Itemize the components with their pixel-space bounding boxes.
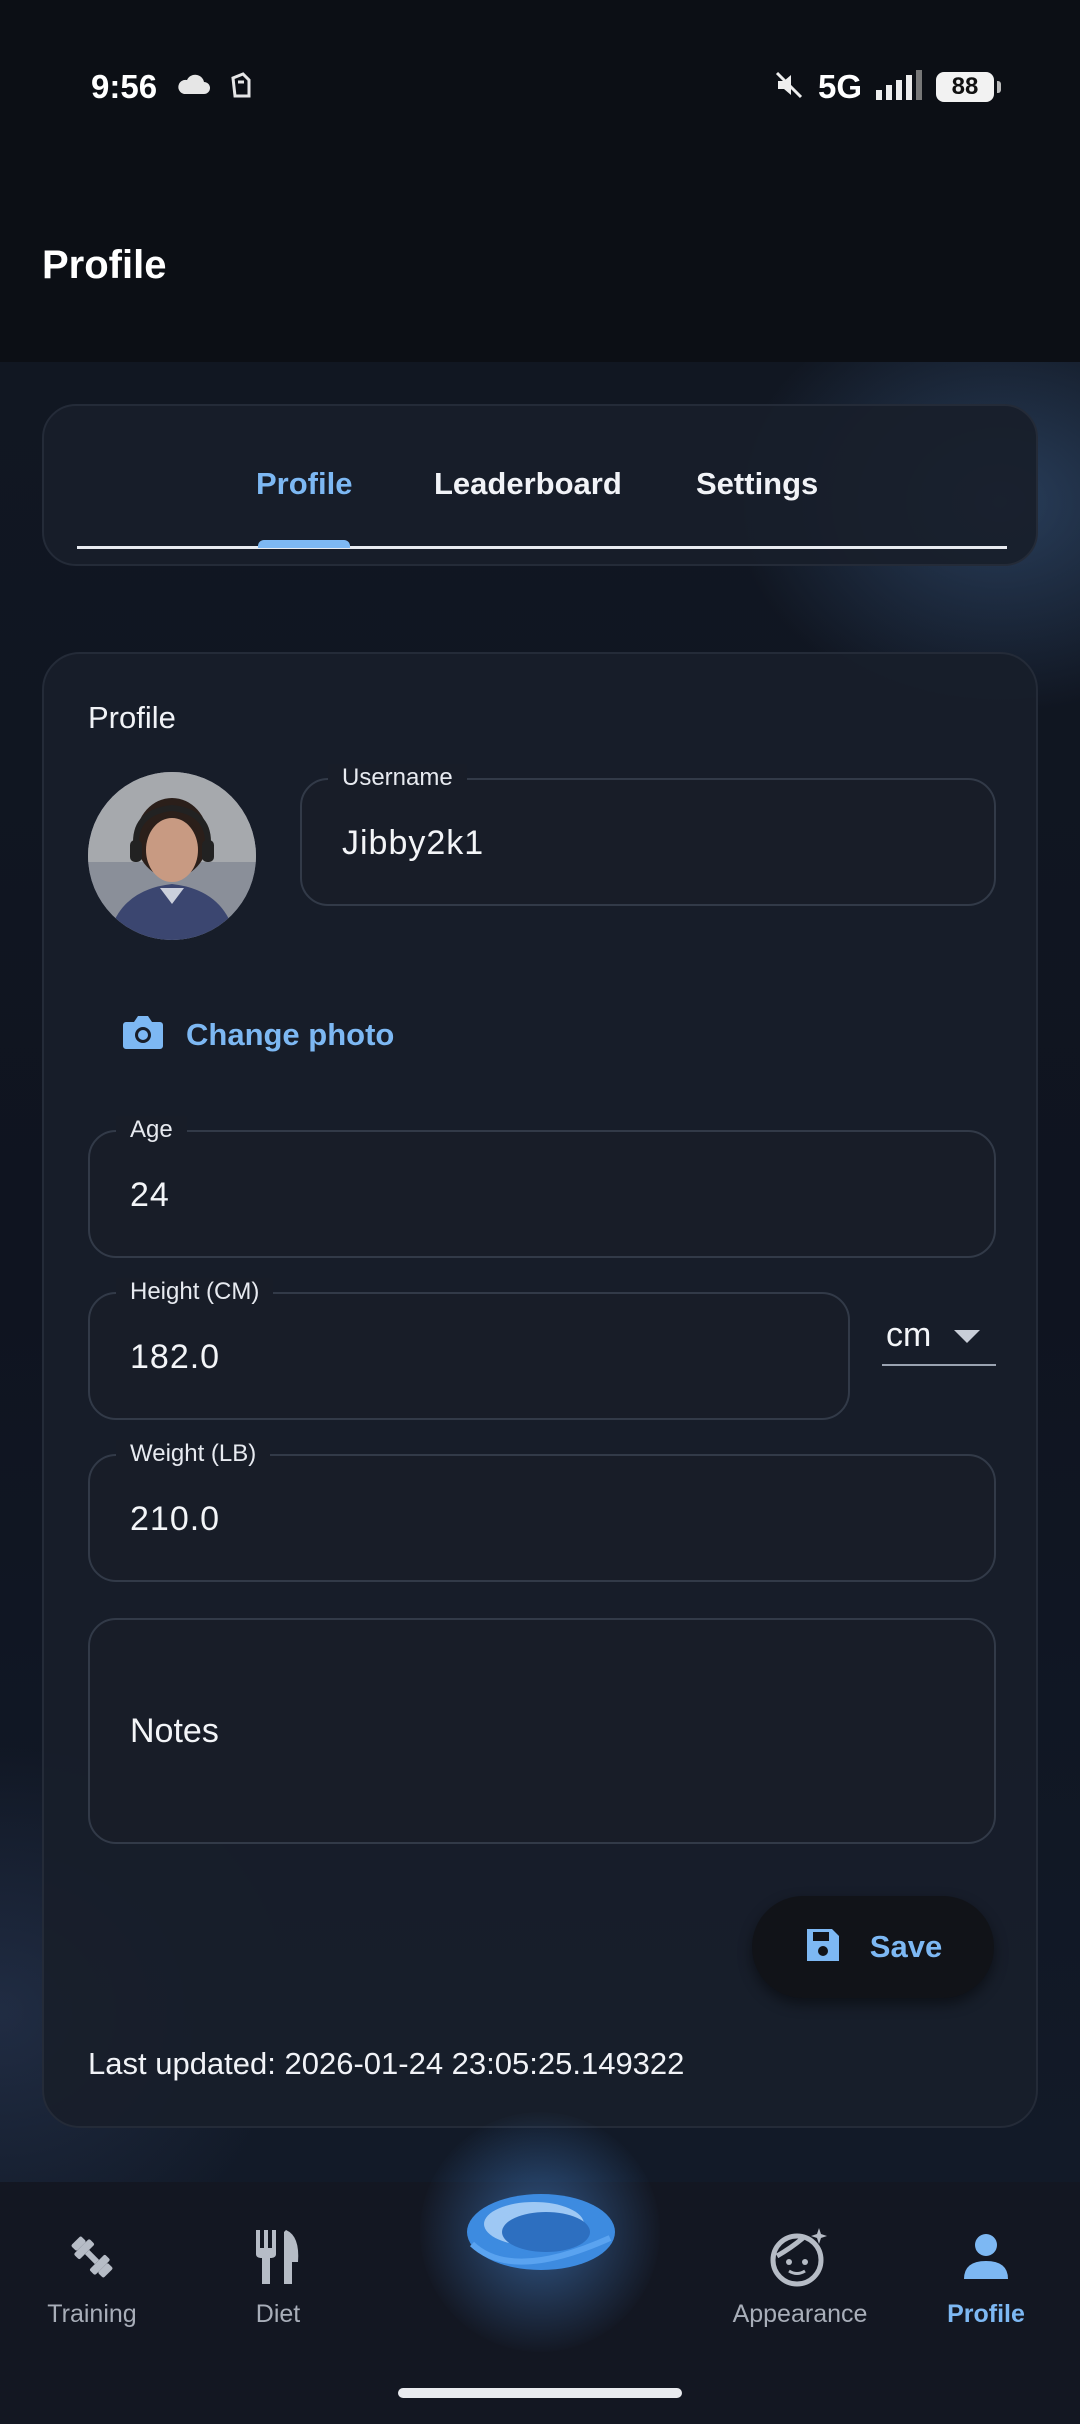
username-field[interactable]: Username Jibby2k1 [300,764,996,906]
nav-label-diet: Diet [255,2300,301,2328]
weight-label: Weight (LB) [116,1440,271,1468]
last-updated-text: Last updated: 2026-01-24 23:05:25.149322 [88,2046,685,2081]
save-icon [804,1926,842,1969]
height-value: 182.0 [130,1338,221,1376]
height-unit-value: cm [886,1316,932,1354]
app-header: Profile [0,175,1080,362]
tab-active-indicator [258,540,350,548]
nav-item-profile[interactable]: Profile [886,2222,1080,2329]
save-label: Save [869,1929,943,1964]
avatar[interactable] [88,772,256,940]
nav-label-profile: Profile [947,2300,1025,2328]
tab-underline [77,546,1007,549]
tab-settings[interactable]: Settings [696,466,818,502]
nav-item-appearance[interactable]: Appearance [700,2222,900,2329]
tab-bar: Profile Leaderboard Settings [44,406,1036,549]
section-label: Profile [88,700,176,735]
notification-icon [229,72,253,103]
person-icon [886,2222,1080,2292]
face-sparkle-icon [700,2222,900,2292]
nav-label-training: Training [47,2300,137,2328]
username-label: Username [328,764,467,792]
mute-icon [774,70,804,105]
username-value: Jibby2k1 [342,824,485,862]
status-left-icons [175,72,253,103]
weight-field[interactable]: Weight (LB) 210.0 [88,1440,996,1582]
camera-icon [122,1014,164,1055]
home-indicator [398,2388,682,2398]
nav-item-diet[interactable]: Diet [178,2222,378,2329]
dumbbell-icon [0,2222,192,2292]
change-photo-button[interactable]: Change photo [122,1014,394,1055]
change-photo-label: Change photo [186,1016,395,1052]
signal-icon [876,69,922,105]
network-label: 5G [817,68,862,105]
weight-value: 210.0 [130,1500,221,1538]
battery-icon: 88 [936,72,1001,102]
notes-field[interactable]: Notes [88,1618,996,1844]
height-field[interactable]: Height (CM) 182.0 [88,1278,850,1420]
height-unit-select[interactable]: cm [882,1296,996,1366]
tab-leaderboard[interactable]: Leaderboard [434,466,622,502]
nav-item-training[interactable]: Training [0,2222,192,2329]
status-right: 5G 88 [774,68,1001,106]
status-bar: 9:56 5G 88 [0,0,1080,175]
height-label: Height (CM) [116,1278,274,1306]
nav-label-appearance: Appearance [732,2300,868,2328]
save-button[interactable]: Save [752,1896,994,1998]
age-value: 24 [130,1176,170,1214]
page-title: Profile [42,243,167,287]
fork-knife-icon [178,2222,378,2292]
notes-label: Notes [130,1712,219,1750]
profile-card: Profile Username Jibby2k1 Change photo A… [42,652,1038,2128]
tab-profile[interactable]: Profile [256,466,352,502]
status-time: 9:56 [91,68,158,105]
age-field[interactable]: Age 24 [88,1116,996,1258]
tab-card: Profile Leaderboard Settings [42,404,1038,566]
cloud-icon [175,74,211,101]
app-logo-button[interactable] [462,2182,620,2282]
chevron-down-icon [954,1330,980,1343]
age-label: Age [116,1116,187,1144]
